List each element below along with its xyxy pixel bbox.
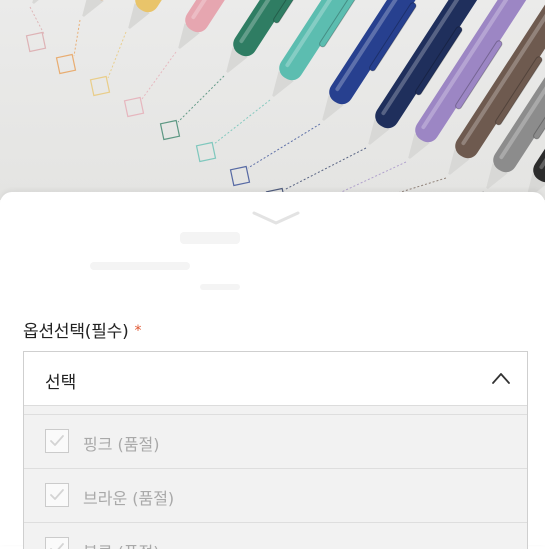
- ink-swatch: [125, 98, 144, 117]
- required-mark: *: [135, 323, 142, 339]
- product-photo: [0, 0, 545, 200]
- ink-swatch: [197, 143, 216, 162]
- option-title-text: 옵션선택(필수): [23, 322, 129, 342]
- option-select: 선택 핑크 (품절) 브라운 (품절): [23, 351, 528, 549]
- ink-line: [248, 124, 320, 168]
- pens-illustration: [0, 0, 545, 200]
- placeholder-bar: [180, 232, 240, 244]
- ink-swatch: [27, 33, 46, 52]
- option-bottom-sheet: 옵션선택(필수) * 선택 핑크 (품절): [0, 192, 545, 545]
- option-label: 핑크 (품절): [83, 431, 159, 455]
- option-section-title: 옵션선택(필수) *: [23, 317, 141, 342]
- ink-swatch: [231, 167, 250, 186]
- ink-swatch: [91, 77, 110, 96]
- ink-line: [214, 100, 270, 144]
- ink-line: [74, 20, 80, 56]
- check-icon: [49, 488, 65, 502]
- option-checkbox[interactable]: [45, 537, 69, 549]
- select-current-value: 선택: [45, 368, 76, 393]
- chevron-up-icon: [491, 371, 511, 385]
- option-checkbox[interactable]: [45, 429, 69, 453]
- ink-swatch: [161, 121, 180, 140]
- option-label: 블루 (품절): [83, 539, 159, 549]
- option-item-brown[interactable]: 브라운 (품절): [24, 468, 527, 522]
- check-icon: [49, 542, 65, 549]
- option-select-toggle[interactable]: 선택: [24, 352, 527, 406]
- option-item-pink[interactable]: 핑크 (품절): [24, 414, 527, 468]
- option-list: 핑크 (품절) 브라운 (품절) 블루 (품절): [24, 406, 527, 549]
- placeholder-bar: [90, 262, 190, 270]
- check-icon: [49, 434, 65, 448]
- ink-line: [178, 76, 224, 122]
- ink-line: [284, 148, 366, 190]
- chevron-down-icon: [250, 208, 302, 228]
- sheet-close-handle[interactable]: [250, 208, 302, 228]
- option-label: 브라운 (품절): [83, 485, 174, 509]
- ink-line: [142, 52, 176, 99]
- option-checkbox[interactable]: [45, 483, 69, 507]
- ink-swatch: [57, 55, 76, 74]
- placeholder-bar: [200, 284, 240, 290]
- ink-line: [108, 32, 126, 78]
- ink-line: [30, 7, 44, 34]
